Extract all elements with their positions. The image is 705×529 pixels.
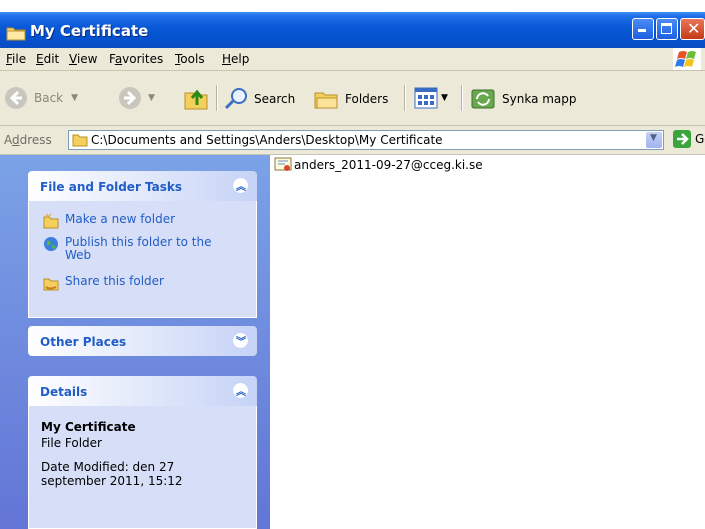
- maximize-button[interactable]: [656, 18, 678, 40]
- views-grid-icon: [414, 87, 438, 109]
- up-folder-button[interactable]: [183, 85, 209, 111]
- top-cropped-heading: [0, 0, 705, 12]
- menu-edit[interactable]: Edit: [36, 52, 59, 66]
- details-header[interactable]: Details ︽: [28, 376, 257, 406]
- details-modified: Date Modified: den 27 september 2011, 15…: [41, 460, 183, 488]
- back-dropdown-icon[interactable]: ▼: [71, 93, 78, 103]
- search-icon: [224, 88, 247, 110]
- folders-button[interactable]: Folders: [313, 87, 388, 111]
- go-arrow-icon: [673, 130, 691, 148]
- details-type: File Folder: [41, 436, 102, 450]
- minimize-button[interactable]: [632, 18, 654, 40]
- close-button[interactable]: ✕: [680, 18, 705, 40]
- folders-icon: [314, 92, 338, 109]
- forward-arrow-icon: [119, 87, 141, 109]
- folder-icon: [72, 134, 88, 147]
- other-places-header[interactable]: Other Places ︾: [28, 326, 257, 356]
- sync-icon: [471, 89, 495, 109]
- new-folder-icon: [43, 213, 59, 229]
- publish-web-icon: [44, 237, 58, 251]
- maximize-icon: [661, 23, 672, 34]
- minimize-icon: [638, 29, 646, 32]
- back-button[interactable]: Back ▼: [4, 86, 78, 110]
- file-folder-tasks-header[interactable]: File and Folder Tasks ︽: [28, 171, 257, 201]
- toolbar-separator: [216, 85, 217, 111]
- task-make-new-folder[interactable]: Make a new folder: [43, 213, 175, 229]
- toolbar: Back ▼ ▼ Search Folders ▼ Synka mapp: [0, 71, 705, 126]
- collapse-button[interactable]: ︽: [232, 177, 249, 194]
- menu-view[interactable]: View: [69, 52, 97, 66]
- file-list-area[interactable]: anders_2011-09-27@cceg.ki.se: [270, 155, 705, 529]
- file-item[interactable]: anders_2011-09-27@cceg.ki.se: [274, 157, 483, 173]
- forward-button[interactable]: ▼: [118, 86, 155, 110]
- details-name: My Certificate: [41, 420, 136, 434]
- menu-help[interactable]: Help: [222, 52, 249, 66]
- share-folder-icon: [43, 278, 59, 291]
- forward-dropdown-icon[interactable]: ▼: [148, 93, 155, 103]
- expand-button[interactable]: ︾: [232, 332, 249, 349]
- details-body: My Certificate File Folder Date Modified…: [28, 406, 257, 529]
- collapse-button[interactable]: ︽: [232, 382, 249, 399]
- go-button[interactable]: Go: [673, 130, 705, 148]
- address-dropdown-button[interactable]: ▼: [646, 132, 662, 148]
- chevron-down-icon: ︾: [236, 337, 246, 348]
- task-pane: File and Folder Tasks ︽ Make a new folde…: [0, 155, 270, 529]
- address-input[interactable]: C:\Documents and Settings\Anders\Desktop…: [68, 130, 664, 150]
- menu-file[interactable]: File: [6, 52, 26, 66]
- chevron-up-icon: ︽: [236, 182, 246, 193]
- file-folder-tasks-body: Make a new folder Publish this folder to…: [28, 201, 257, 318]
- title-bar[interactable]: My Certificate ✕: [0, 12, 705, 48]
- folder-icon: [6, 27, 26, 41]
- window-title: My Certificate: [30, 22, 149, 40]
- views-dropdown-icon[interactable]: ▼: [441, 93, 448, 103]
- search-button[interactable]: Search: [224, 87, 295, 111]
- views-button[interactable]: ▼: [414, 87, 448, 109]
- address-label: Address: [4, 133, 52, 147]
- address-bar: Address C:\Documents and Settings\Anders…: [0, 126, 705, 155]
- up-folder-icon: [184, 89, 208, 110]
- task-share-folder[interactable]: Share this folder: [43, 275, 164, 291]
- menu-bar: File Edit View Favorites Tools Help: [0, 48, 705, 71]
- menu-favorites[interactable]: Favorites: [109, 52, 163, 66]
- close-icon: ✕: [687, 19, 701, 38]
- windows-logo: [673, 48, 701, 70]
- certificate-file-icon: [274, 157, 292, 171]
- other-places-panel: Other Places ︾: [28, 326, 257, 356]
- chevron-up-icon: ︽: [236, 387, 246, 398]
- synka-mapp-button[interactable]: Synka mapp: [470, 86, 577, 112]
- task-publish-web[interactable]: Publish this folder to the Web: [43, 236, 218, 262]
- back-arrow-icon: [5, 87, 27, 109]
- file-folder-tasks-panel: File and Folder Tasks ︽ Make a new folde…: [28, 171, 257, 318]
- toolbar-separator: [461, 85, 462, 111]
- chevron-down-icon: ▼: [650, 133, 657, 143]
- details-panel: Details ︽ My Certificate File Folder Dat…: [28, 376, 257, 529]
- toolbar-separator: [404, 85, 405, 111]
- menu-tools[interactable]: Tools: [175, 52, 205, 66]
